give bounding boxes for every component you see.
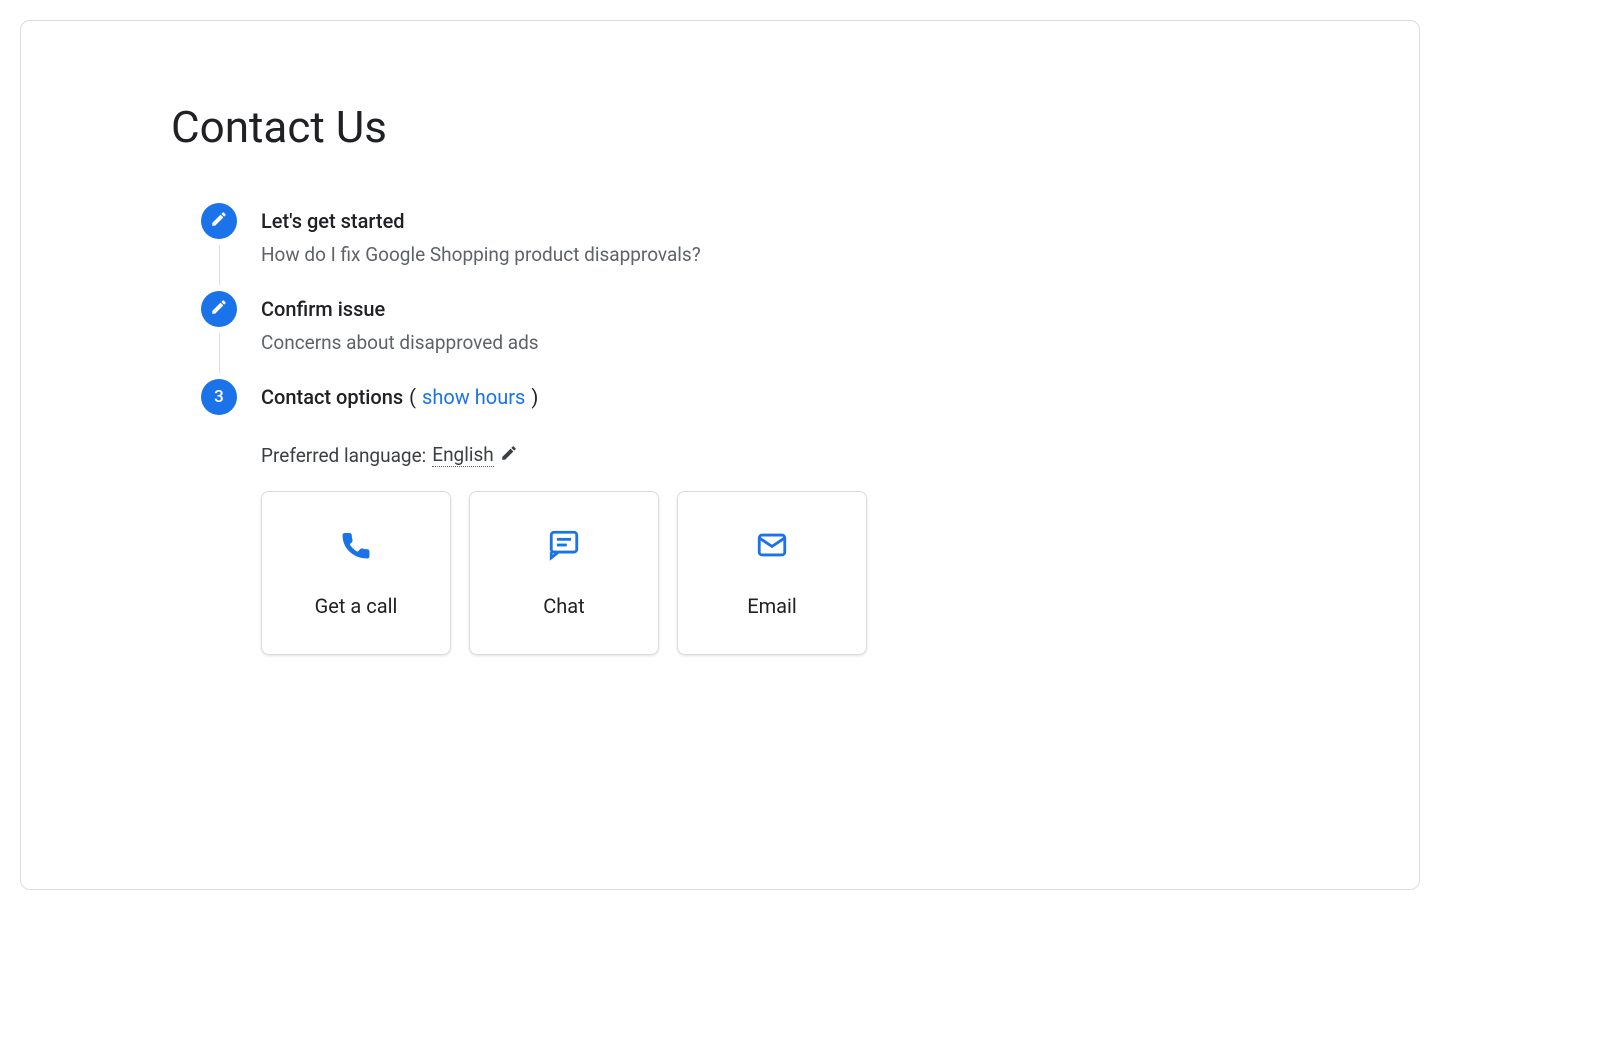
contact-option-label: Chat (543, 594, 584, 618)
contact-option-label: Email (747, 594, 797, 618)
step-get-started: Let's get started How do I fix Google Sh… (201, 203, 1299, 291)
pencil-icon[interactable] (500, 444, 518, 467)
step-subtitle: How do I fix Google Shopping product dis… (261, 243, 1299, 266)
preferred-language-value: English (432, 443, 493, 467)
email-icon (755, 528, 789, 566)
paren-open: ( (409, 379, 416, 415)
show-hours-link[interactable]: show hours (422, 379, 525, 415)
step-connector (219, 245, 220, 285)
step-title: Let's get started (261, 203, 1299, 239)
paren-close: ) (531, 379, 538, 415)
step-subtitle: Concerns about disapproved ads (261, 331, 1299, 354)
step-title: Contact options (261, 379, 403, 415)
contact-card-container: Contact Us Let's get started How do I fi… (20, 20, 1420, 890)
contact-options-row: Get a call Chat (261, 491, 1299, 655)
step-title: Confirm issue (261, 291, 1299, 327)
preferred-language-row: Preferred language: English (261, 443, 1299, 467)
pencil-icon (210, 210, 228, 233)
step-contact-options: 3 Contact options (show hours) Preferred… (201, 379, 1299, 679)
step-marker-edit[interactable] (201, 291, 237, 327)
contact-option-label: Get a call (315, 594, 398, 618)
preferred-language-label: Preferred language: (261, 444, 426, 467)
step-marker-edit[interactable] (201, 203, 237, 239)
chat-icon (547, 528, 581, 566)
step-marker-current: 3 (201, 379, 237, 415)
pencil-icon (210, 298, 228, 321)
page-title: Contact Us (171, 101, 1299, 153)
steps-list: Let's get started How do I fix Google Sh… (201, 203, 1299, 679)
contact-option-email[interactable]: Email (677, 491, 867, 655)
contact-option-call[interactable]: Get a call (261, 491, 451, 655)
step-confirm-issue: Confirm issue Concerns about disapproved… (201, 291, 1299, 379)
contact-option-chat[interactable]: Chat (469, 491, 659, 655)
step-connector (219, 333, 220, 373)
phone-icon (339, 528, 373, 566)
